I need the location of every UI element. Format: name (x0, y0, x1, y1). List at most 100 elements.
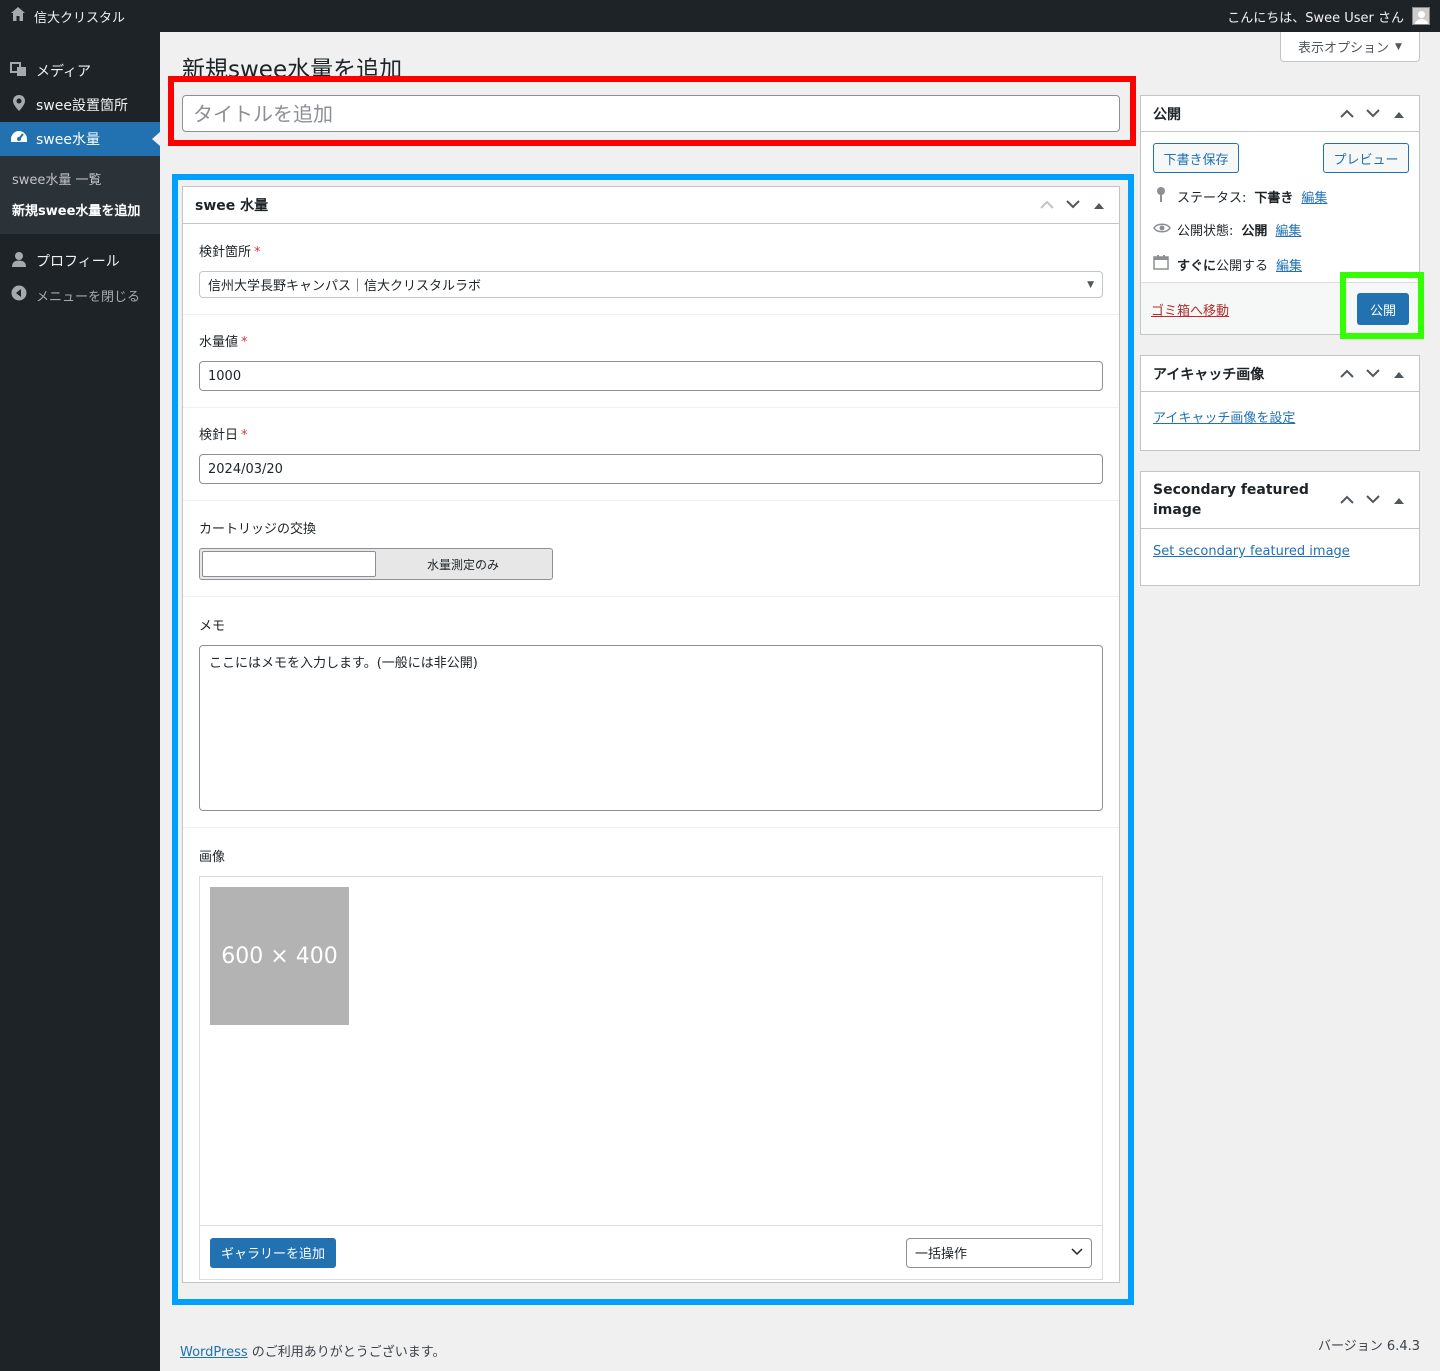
pin-icon (1153, 186, 1169, 206)
sidebar-item-swee-water[interactable]: swee水量 (0, 122, 160, 156)
field-label: 検針箇所 * (199, 245, 261, 260)
admin-sidebar: メディア swee設置箇所 swee水量 swee水量 一覧 新規swee水量を… (0, 32, 160, 1371)
edit-status-link[interactable]: 編集 (1301, 187, 1327, 206)
field-label: 水量値 * (199, 335, 248, 350)
reading-date-input[interactable]: 2024/03/20 (199, 454, 1103, 484)
sidebar-item-profile[interactable]: プロフィール (0, 244, 160, 278)
field-label: メモ (199, 619, 226, 634)
location-select-value: 信州大学長野キャンパス｜信大クリスタルラボ (208, 279, 482, 294)
dashboard-gauge-icon (10, 129, 28, 149)
edit-schedule-link[interactable]: 編集 (1276, 255, 1302, 274)
chevron-down-icon (1071, 1245, 1083, 1260)
swee-water-metabox: swee 水量 検針箇所 * 信州大学長野キャンパス｜信大クリスタルラボ ▼ 水量… (182, 186, 1120, 1283)
toggle-panel-icon[interactable] (1391, 492, 1407, 508)
save-draft-button[interactable]: 下書き保存 (1153, 143, 1239, 173)
edit-visibility-link[interactable]: 編集 (1275, 220, 1301, 239)
schedule-row: すぐに公開する 編集 (1153, 254, 1302, 274)
secondary-image-header: Secondary featured image (1141, 472, 1419, 529)
metabox-header: swee 水量 (183, 187, 1119, 224)
sidebar-item-swee-location[interactable]: swee設置箇所 (0, 88, 160, 122)
avatar (1412, 7, 1430, 25)
move-down-icon[interactable] (1065, 197, 1081, 213)
toggle-panel-icon[interactable] (1391, 106, 1407, 122)
water-amount-input[interactable]: 1000 (199, 361, 1103, 391)
featured-image-header: アイキャッチ画像 (1141, 356, 1419, 392)
publish-highlight-outline (1340, 272, 1424, 339)
move-down-icon[interactable] (1365, 366, 1381, 382)
caret-down-icon: ▼ (1087, 279, 1094, 290)
user-icon (10, 251, 28, 271)
footer-thanks: WordPress のご利用ありがとうございます。 (180, 1341, 445, 1360)
cartridge-toggle-label: 水量測定のみ (426, 557, 499, 572)
visibility-value: 公開 (1241, 224, 1268, 239)
field-location: 検針箇所 * 信州大学長野キャンパス｜信大クリスタルラボ ▼ (183, 224, 1119, 315)
submenu-item-list[interactable]: swee水量 一覧 (0, 163, 160, 194)
publish-panel-title: 公開 (1153, 106, 1181, 123)
image-gallery: 600 × 400 ギャラリーを追加 一括操作 (199, 876, 1103, 1280)
move-down-icon[interactable] (1365, 492, 1381, 508)
toggle-panel-icon[interactable] (1391, 366, 1407, 382)
post-title-input[interactable] (182, 95, 1120, 132)
set-featured-image-link[interactable]: アイキャッチ画像を設定 (1153, 407, 1295, 426)
status-label: ステータス: (1177, 190, 1247, 206)
sidebar-item-label: メディア (36, 64, 92, 80)
screen-options-label: 表示オプション (1298, 41, 1390, 56)
submenu: swee水量 一覧 新規swee水量を追加 (0, 156, 160, 234)
gallery-toolbar: ギャラリーを追加 一括操作 (200, 1225, 1102, 1279)
location-select[interactable]: 信州大学長野キャンパス｜信大クリスタルラボ ▼ (199, 271, 1103, 298)
move-down-icon[interactable] (1365, 106, 1381, 122)
featured-image-title: アイキャッチ画像 (1153, 366, 1265, 383)
move-to-trash-link[interactable]: ゴミ箱へ移動 (1151, 300, 1229, 319)
preview-button[interactable]: プレビュー (1323, 143, 1409, 173)
admin-bar: 信大クリスタル こんにちは、Swee User さん (0, 0, 1440, 32)
field-water-amount: 水量値 * 1000 (183, 315, 1119, 408)
sidebar-item-label: swee設置箇所 (36, 98, 128, 114)
location-pin-icon (10, 94, 28, 116)
field-cartridge: カートリッジの交換 水量測定のみ (183, 501, 1119, 597)
sidebar-item-label: swee水量 (36, 132, 100, 148)
sidebar-item-label: メニューを閉じる (36, 289, 141, 305)
move-up-icon[interactable] (1339, 106, 1355, 122)
field-image: 画像 600 × 400 ギャラリーを追加 一括操作 (183, 828, 1119, 1296)
publish-panel-header: 公開 (1141, 96, 1419, 132)
metabox-title: swee 水量 (195, 198, 269, 214)
schedule-bold: すぐに (1177, 258, 1217, 274)
secondary-image-title: Secondary featured image (1153, 482, 1309, 518)
bulk-action-value: 一括操作 (915, 1247, 968, 1262)
greeting-text: こんにちは、Swee User さん (1227, 10, 1404, 26)
media-icon (10, 60, 28, 82)
site-name-link[interactable]: 信大クリスタル (10, 6, 125, 26)
field-label: カートリッジの交換 (199, 522, 317, 537)
set-secondary-image-link[interactable]: Set secondary featured image (1153, 544, 1350, 559)
bulk-action-select[interactable]: 一括操作 (906, 1237, 1092, 1268)
screen-options-button[interactable]: 表示オプション ▼ (1280, 32, 1420, 62)
cartridge-toggle[interactable]: 水量測定のみ (199, 548, 553, 580)
move-up-icon[interactable] (1339, 366, 1355, 382)
status-value: 下書き (1254, 190, 1294, 206)
toggle-panel-icon[interactable] (1091, 197, 1107, 213)
field-label: 画像 (199, 850, 226, 865)
caret-down-icon: ▼ (1395, 41, 1402, 52)
sidebar-item-media[interactable]: メディア (0, 54, 160, 88)
add-gallery-button[interactable]: ギャラリーを追加 (210, 1237, 336, 1268)
submenu-item-add-new[interactable]: 新規swee水量を追加 (0, 194, 160, 225)
collapse-menu-button[interactable]: メニューを閉じる (0, 278, 160, 312)
collapse-arrow-icon (10, 285, 28, 305)
thumbnail-placeholder-text: 600 × 400 (221, 943, 338, 969)
cartridge-toggle-knob[interactable] (202, 551, 376, 577)
status-row: ステータス: 下書き 編集 (1153, 186, 1327, 206)
move-up-icon[interactable] (1039, 197, 1055, 213)
move-up-icon[interactable] (1339, 492, 1355, 508)
featured-image-panel: アイキャッチ画像 アイキャッチ画像を設定 (1140, 355, 1420, 451)
image-thumbnail[interactable]: 600 × 400 (210, 887, 349, 1025)
wordpress-link[interactable]: WordPress (180, 1345, 248, 1360)
visibility-row: 公開状態: 公開 編集 (1153, 220, 1301, 239)
field-label: 検針日 * (199, 428, 248, 443)
memo-textarea[interactable]: ここにはメモを入力します。(一般には非公開) (199, 645, 1103, 811)
site-name: 信大クリスタル (34, 10, 126, 26)
calendar-icon (1153, 254, 1169, 274)
sidebar-item-label: プロフィール (36, 254, 120, 270)
schedule-label: 公開する (1216, 258, 1269, 274)
eye-icon (1153, 222, 1171, 238)
user-account-menu[interactable]: こんにちは、Swee User さん (1227, 7, 1430, 26)
